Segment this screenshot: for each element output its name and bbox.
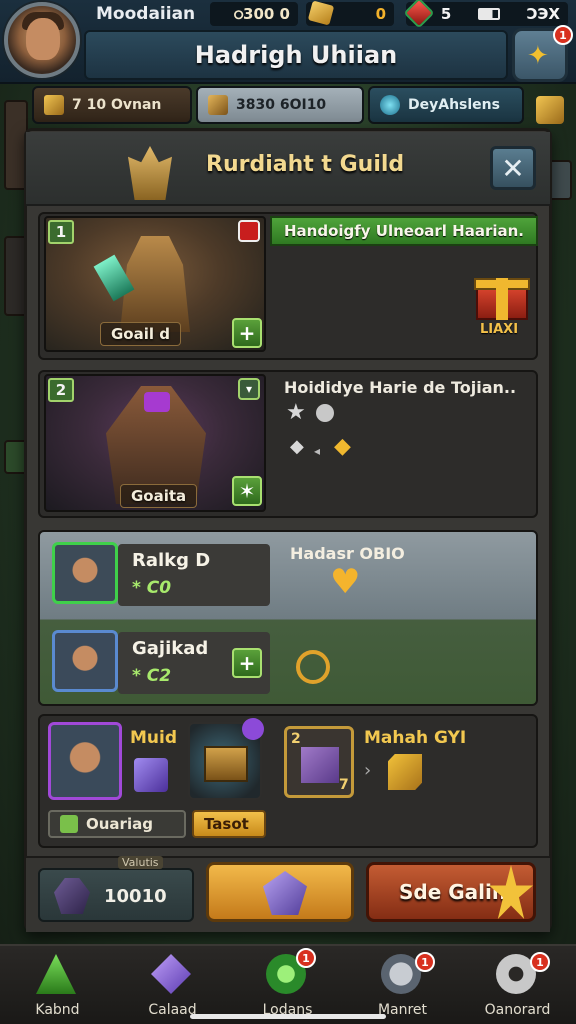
orb-icon — [316, 404, 334, 422]
member-2-score: * C2 — [132, 666, 172, 686]
nav-settings-badge: 1 — [530, 952, 550, 972]
member-2-name: Gajikad — [132, 638, 209, 659]
plus-icon: + — [238, 321, 256, 345]
nav-market[interactable]: 1 Manret — [345, 946, 460, 1024]
status-right-value: ϽЭX — [526, 5, 560, 23]
mountain-icon — [36, 954, 76, 994]
book-icon — [208, 95, 228, 115]
loot-item-3-name: Mahah GYI — [364, 728, 467, 748]
loot-item-3-slot[interactable]: 2 7 — [284, 726, 354, 798]
purple-cube-icon — [134, 758, 168, 792]
hero-2-action-button[interactable]: ✶ — [232, 476, 262, 506]
chevron-right-icon: › — [364, 760, 372, 781]
arrow-icon: ◂ — [314, 444, 321, 458]
nav-settings[interactable]: 1 Oanorard — [460, 946, 575, 1024]
home-indicator[interactable] — [190, 1014, 386, 1019]
star-icon: ✦ — [527, 41, 549, 71]
bottom-navbar: Kabnd Calaad 1 Lodans 1 Manret 1 Oanorar… — [0, 944, 576, 1024]
tab-overview[interactable]: 7 10 Ovnan — [32, 86, 192, 124]
sparkle-icon: ✶ — [238, 479, 256, 503]
loot-hero-slot[interactable] — [48, 722, 122, 800]
gold-cube-icon — [388, 754, 422, 790]
members-stat: Hadasr OBIO — [290, 544, 405, 563]
crystal-icon — [44, 95, 64, 115]
event-button[interactable]: ✦ 1 — [512, 25, 573, 82]
hero-2-rank: 2 — [48, 378, 74, 402]
diamond-icon: ◆ — [290, 436, 304, 457]
hero-2-name: Goaita — [120, 484, 198, 508]
gift-label: LIAXI — [480, 322, 519, 337]
loot-btn-left-label: Ouariag — [86, 815, 153, 833]
nav-guild[interactable]: 1 Lodans — [230, 946, 345, 1024]
gift-box-icon[interactable] — [474, 268, 530, 320]
globe-icon — [380, 95, 400, 115]
action-button[interactable]: Sde Galin — [366, 862, 536, 922]
battery-icon — [478, 8, 501, 20]
hero-2-description: Hoididye Harie de Tojian.. — [284, 378, 517, 397]
close-button[interactable]: ✕ — [490, 146, 536, 190]
loot-item-3-count: 7 — [339, 777, 349, 793]
tab-details-label: DeyAhslens — [408, 97, 500, 113]
tab-row: 7 10 Ovnan 3830 6OI10 DeyAhslens — [32, 84, 532, 126]
gift-cube-icon — [301, 747, 339, 783]
loot-btn-right[interactable]: Tasot — [192, 810, 266, 838]
nav-guild-badge: 1 — [296, 948, 316, 968]
nav-home-label: Kabnd — [35, 1002, 80, 1018]
side-gem-icon[interactable] — [536, 96, 564, 124]
hero-1-alert-icon — [238, 220, 260, 242]
hero-2-dropdown-icon[interactable]: ▾ — [238, 378, 260, 400]
gem-icon — [263, 871, 307, 915]
hero-1-rank: 1 — [48, 220, 74, 244]
member-1-name: Ralkg D — [132, 550, 211, 571]
close-icon: ✕ — [501, 151, 525, 185]
currency-box: 10010 — [38, 868, 194, 922]
loot-item-1-label: Muid — [130, 728, 178, 748]
loot-btn-left[interactable]: Ouariag — [48, 810, 186, 838]
loot-chest-slot[interactable] — [188, 718, 264, 800]
stat-resource-a: ഠ300 0 — [210, 2, 298, 26]
nav-home[interactable]: Kabnd — [0, 946, 115, 1024]
nav-crystal[interactable]: Calaad — [115, 946, 230, 1024]
currency-caption: Valutis — [118, 856, 163, 869]
currency-value: 10010 — [104, 886, 167, 907]
hero-1-name: Goail d — [100, 322, 181, 346]
member-1-score: * C0 — [132, 578, 172, 598]
ring-icon[interactable] — [296, 650, 330, 684]
crystal-icon — [151, 954, 191, 994]
nav-settings-label: Oanorard — [484, 1002, 551, 1018]
star-icon: ★ — [286, 400, 306, 425]
player-avatar[interactable] — [4, 2, 80, 78]
event-badge: 1 — [553, 25, 573, 45]
chest-icon — [204, 746, 248, 782]
gold-diamond-icon: ◆ — [334, 434, 351, 459]
hero-1-banner: Handoigfy Ulneoarl Haarian. — [270, 216, 538, 246]
leaf-icon — [60, 815, 78, 833]
member-1-avatar[interactable] — [52, 542, 118, 604]
loot-btn-right-label: Tasot — [204, 815, 249, 833]
nav-market-badge: 1 — [415, 952, 435, 972]
heart-icon[interactable]: ♥ — [330, 565, 366, 599]
tab-overview-label: 7 10 Ovnan — [72, 97, 162, 113]
loot-item-3-rank: 2 — [291, 731, 301, 747]
gold-value: 0 — [375, 5, 386, 23]
plus-icon: + — [238, 651, 256, 675]
tab-details[interactable]: DeyAhslens — [368, 86, 524, 124]
hero-1-add-button[interactable]: + — [232, 318, 262, 348]
hero-2-visor — [144, 392, 170, 412]
action-button-label: Sde Galin — [399, 880, 507, 904]
orb-badge-icon — [242, 718, 264, 740]
gem-button[interactable] — [206, 862, 354, 922]
player-name: Moodaiian — [96, 4, 196, 24]
member-2-add-button[interactable]: + — [232, 648, 262, 678]
guild-title: Rurdiaht t Guild — [206, 152, 405, 177]
member-2-avatar[interactable] — [52, 630, 118, 692]
avatar-face — [26, 18, 60, 60]
status-left-value: 5 — [440, 5, 452, 23]
tab-members[interactable]: 3830 6OI10 — [196, 86, 364, 124]
tab-members-label: 3830 6OI10 — [236, 97, 327, 113]
page-title: Hadrigh Uhiian — [84, 30, 508, 80]
ore-icon — [54, 878, 90, 914]
